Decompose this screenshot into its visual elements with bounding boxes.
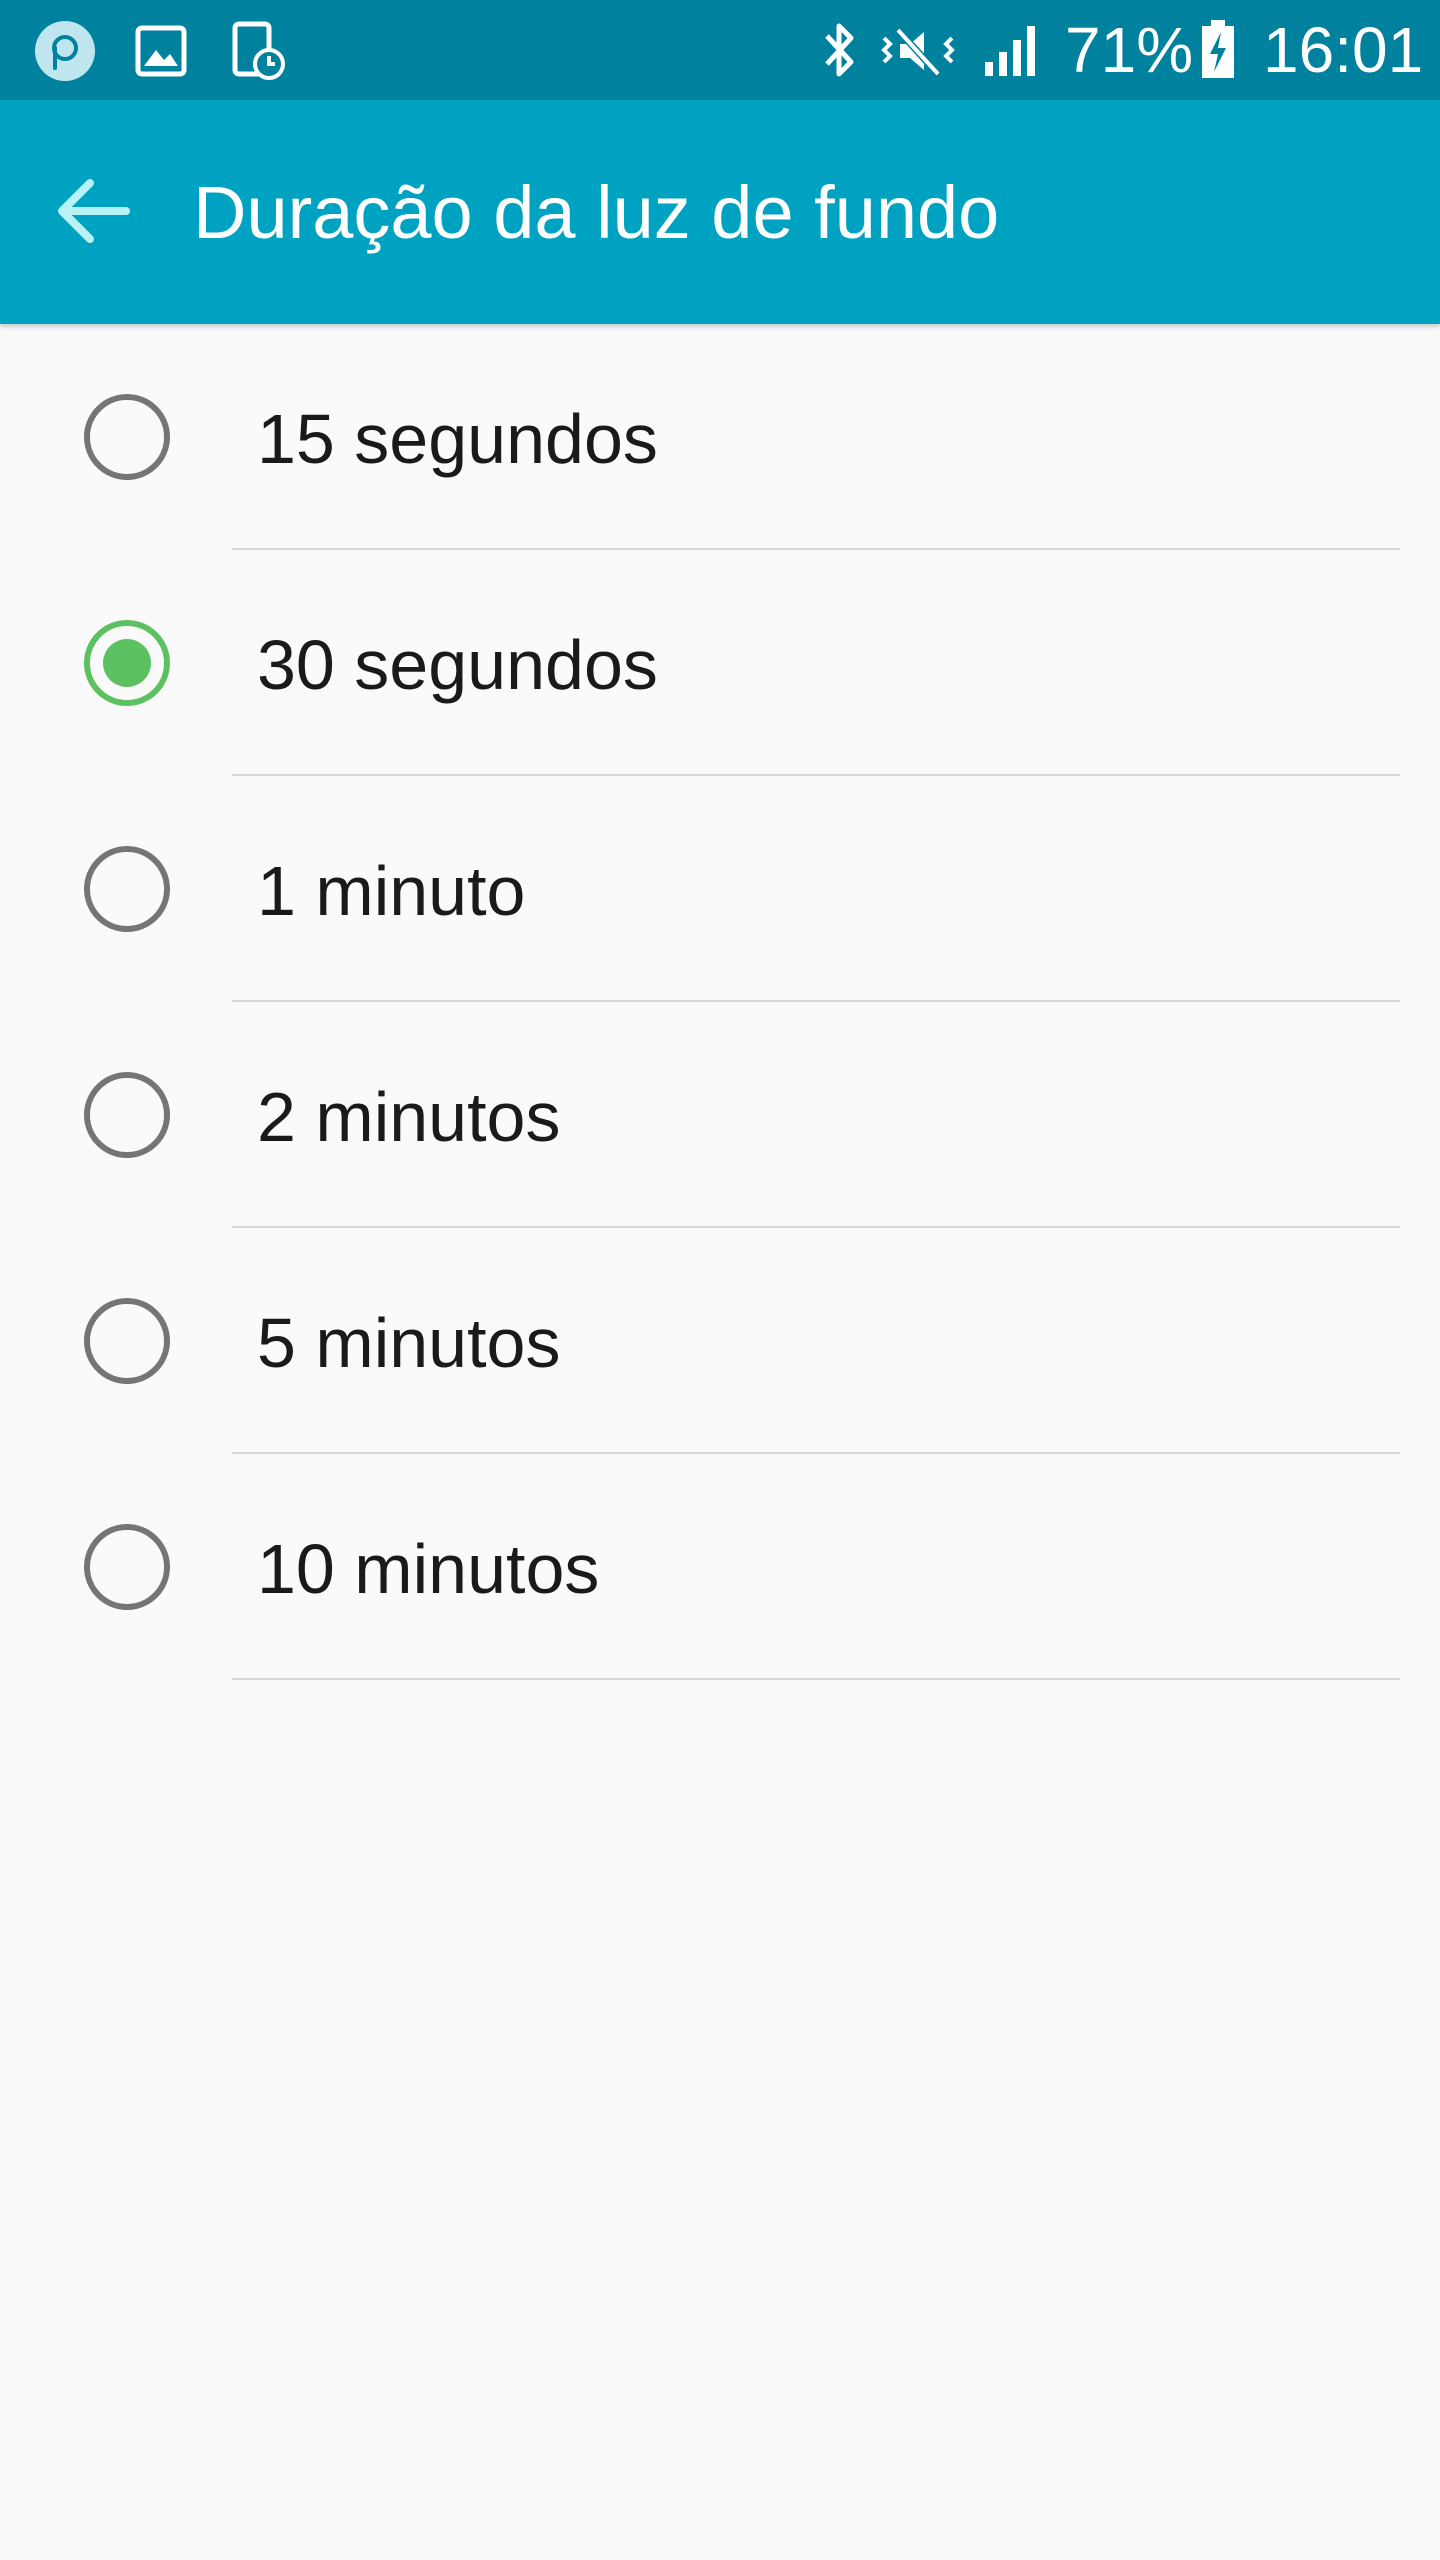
back-arrow-icon[interactable] [40, 156, 150, 266]
app-bar: Duração da luz de fundo [0, 100, 1440, 324]
clock: 16:01 [1263, 14, 1424, 86]
radio-button[interactable] [82, 1070, 172, 1160]
bluetooth-icon [825, 23, 854, 77]
option-15-seconds[interactable]: 15 segundos [0, 324, 1440, 550]
option-label: 30 segundos [257, 626, 658, 704]
battery-percent: 71% [1065, 14, 1194, 86]
divider [232, 1678, 1400, 1680]
peel-remote-icon [35, 21, 95, 81]
option-label: 10 minutos [257, 1530, 600, 1608]
option-label: 5 minutos [257, 1304, 561, 1382]
options-list: 15 segundos 30 segundos 1 minuto 2 minut… [0, 324, 1440, 1680]
radio-button[interactable] [82, 392, 172, 482]
radio-button[interactable] [82, 844, 172, 934]
option-10-minutes[interactable]: 10 minutos [0, 1454, 1440, 1680]
option-label: 1 minuto [257, 852, 526, 930]
radio-button-selected[interactable] [82, 618, 172, 708]
radio-button[interactable] [82, 1522, 172, 1612]
option-label: 15 segundos [257, 400, 658, 478]
option-2-minutes[interactable]: 2 minutos [0, 1002, 1440, 1228]
option-5-minutes[interactable]: 5 minutos [0, 1228, 1440, 1454]
option-30-seconds[interactable]: 30 segundos [0, 550, 1440, 776]
signal-icon [985, 26, 1035, 76]
option-label: 2 minutos [257, 1078, 561, 1156]
screen-timer-icon [232, 21, 285, 80]
gallery-icon [135, 25, 187, 77]
vibrate-mute-icon [881, 27, 955, 77]
radio-button[interactable] [82, 1296, 172, 1386]
battery-charging-icon [1202, 20, 1234, 78]
option-1-minute[interactable]: 1 minuto [0, 776, 1440, 1002]
page-title: Duração da luz de fundo [193, 171, 1000, 254]
status-bar: 71% 16:01 [0, 0, 1440, 100]
